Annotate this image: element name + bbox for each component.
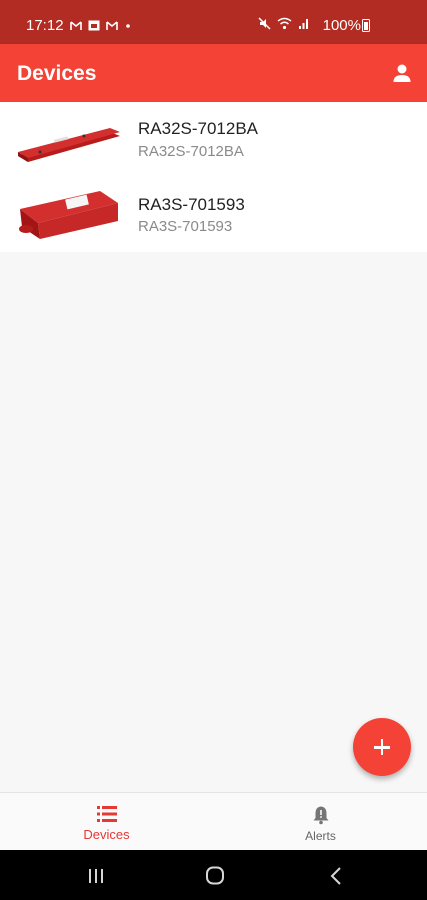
status-bar: 17:12 100% xyxy=(0,0,427,44)
device-id: RA3S-701593 xyxy=(138,218,233,235)
bell-icon xyxy=(312,805,330,830)
battery-icon xyxy=(362,19,370,32)
back-icon[interactable] xyxy=(305,850,365,900)
gmail-icon xyxy=(105,20,118,31)
device-name: RA3S-701593 xyxy=(138,195,245,214)
device-list-item[interactable]: RA3S-701593 RA3S-701593 xyxy=(0,176,427,250)
gmail-icon xyxy=(69,20,82,31)
nav-item-alerts[interactable]: Alerts xyxy=(214,793,427,851)
page-title: Devices xyxy=(17,62,97,85)
wifi-icon xyxy=(277,17,292,30)
status-left: 17:12 xyxy=(26,17,132,34)
account-icon[interactable] xyxy=(391,62,413,84)
bottom-nav: Devices Alerts xyxy=(0,792,427,850)
calendar-icon xyxy=(88,20,100,31)
dot-icon xyxy=(124,20,132,31)
system-nav-bar xyxy=(0,850,427,900)
app-bar: Devices xyxy=(0,44,427,102)
status-time: 17:12 xyxy=(26,17,64,34)
device-id: RA32S-7012BA xyxy=(138,143,244,160)
recent-apps-icon[interactable] xyxy=(66,850,126,900)
nav-label-devices: Devices xyxy=(83,827,130,842)
list-icon xyxy=(96,805,118,828)
device-image xyxy=(14,112,124,172)
home-icon[interactable] xyxy=(184,850,244,900)
status-right xyxy=(258,17,309,30)
device-list-item[interactable]: RA32S-7012BA RA32S-7012BA xyxy=(0,102,427,176)
device-name: RA32S-7012BA xyxy=(138,119,259,138)
mute-icon xyxy=(258,17,271,30)
device-list: RA32S-7012BA RA32S-7012BA RA3S-701593 RA… xyxy=(0,102,427,252)
device-image xyxy=(14,181,124,241)
nav-item-devices[interactable]: Devices xyxy=(0,793,213,851)
nav-label-alerts: Alerts xyxy=(305,829,336,843)
battery-percent: 100% xyxy=(322,17,361,34)
add-device-button[interactable] xyxy=(353,718,411,776)
signal-icon xyxy=(298,17,309,30)
